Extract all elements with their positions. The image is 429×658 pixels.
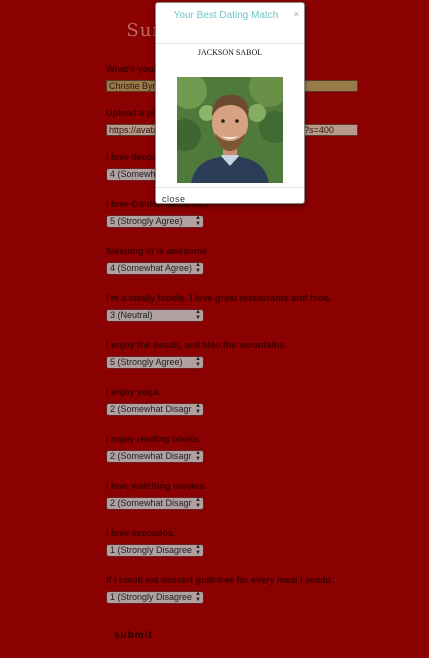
question-3: Sleeping in is awesome. 4 (Somewhat Agre… <box>106 246 210 275</box>
question-8-value: 2 (Somewhat Disagree) <box>110 498 192 508</box>
modal-footer-divider <box>156 187 304 188</box>
question-9-label: I love avocados. <box>106 528 176 538</box>
question-4-value: 3 (Neutral) <box>110 310 153 320</box>
modal-title: Your Best Dating Match <box>173 10 279 21</box>
question-8: I love watching movies. 2 (Somewhat Disa… <box>106 481 207 510</box>
question-5: I enjoy the beach, and also the mountain… <box>106 340 287 369</box>
select-arrows-icon: ▲▼ <box>195 544 201 556</box>
question-4: I'm a totally foodie, I love great resta… <box>106 293 332 322</box>
match-modal: Your Best Dating Match × JACKSON SABOL c… <box>155 2 305 204</box>
select-arrows-icon: ▲▼ <box>195 403 201 415</box>
question-7: I enjoy reading books. 2 (Somewhat Disag… <box>106 434 204 463</box>
select-arrows-icon: ▲▼ <box>195 591 201 603</box>
question-7-select[interactable]: 2 (Somewhat Disagree) ▲▼ <box>106 450 204 463</box>
submit-button[interactable]: submit <box>110 630 157 641</box>
question-3-value: 4 (Somewhat Agree) <box>110 263 192 273</box>
question-8-select[interactable]: 2 (Somewhat Disagree) ▲▼ <box>106 497 204 510</box>
question-5-value: 5 (Strongly Agree) <box>110 357 183 367</box>
question-8-label: I love watching movies. <box>106 481 207 491</box>
select-arrows-icon: ▲▼ <box>195 356 201 368</box>
question-6-value: 2 (Somewhat Disagree) <box>110 404 192 414</box>
question-2-value: 5 (Strongly Agree) <box>110 216 183 226</box>
select-arrows-icon: ▲▼ <box>195 497 201 509</box>
question-9: I love avocados. 1 (Strongly Disagree) ▲… <box>106 528 204 557</box>
close-icon[interactable]: × <box>294 9 299 19</box>
question-7-label: I enjoy reading books. <box>106 434 202 444</box>
modal-close-button[interactable]: close <box>162 194 186 204</box>
select-arrows-icon: ▲▼ <box>195 215 201 227</box>
question-3-label: Sleeping in is awesome. <box>106 246 210 256</box>
match-photo-image <box>177 77 283 183</box>
question-6-label: I enjoy yoga. <box>106 387 161 397</box>
question-2-select[interactable]: 5 (Strongly Agree) ▲ ▼ <box>106 215 204 228</box>
select-arrows-icon: ▲▼ <box>195 262 201 274</box>
question-4-select[interactable]: 3 (Neutral) ▲ ▼ <box>106 309 204 322</box>
question-6: I enjoy yoga. 2 (Somewhat Disagree) ▲▼ <box>106 387 204 416</box>
question-6-select[interactable]: 2 (Somewhat Disagree) ▲▼ <box>106 403 204 416</box>
question-5-label: I enjoy the beach, and also the mountain… <box>106 340 288 350</box>
select-arrows-icon: ▲▼ <box>195 309 201 321</box>
match-photo <box>177 77 283 183</box>
question-3-select[interactable]: 4 (Somewhat Agree) ▲ ▼ <box>106 262 204 275</box>
question-10: If I could eat dessert guilt-free for ev… <box>106 575 334 604</box>
select-arrows-icon: ▲▼ <box>195 450 201 462</box>
question-10-value: 1 (Strongly Disagree) <box>110 592 192 602</box>
question-9-select[interactable]: 1 (Strongly Disagree) ▲ ▼ <box>106 544 204 557</box>
question-10-select[interactable]: 1 (Strongly Disagree) ▲ ▼ <box>106 591 204 604</box>
question-10-label: If I could eat dessert guilt-free for ev… <box>106 575 334 585</box>
question-9-value: 1 (Strongly Disagree) <box>110 545 192 555</box>
modal-header-divider <box>156 43 304 44</box>
question-5-select[interactable]: 5 (Strongly Agree) ▲ ▼ <box>106 356 204 369</box>
match-name: JACKSON SABOL <box>197 48 263 57</box>
question-7-value: 2 (Somewhat Disagree) <box>110 451 192 461</box>
question-4-label: I'm a totally foodie, I love great resta… <box>106 293 332 303</box>
